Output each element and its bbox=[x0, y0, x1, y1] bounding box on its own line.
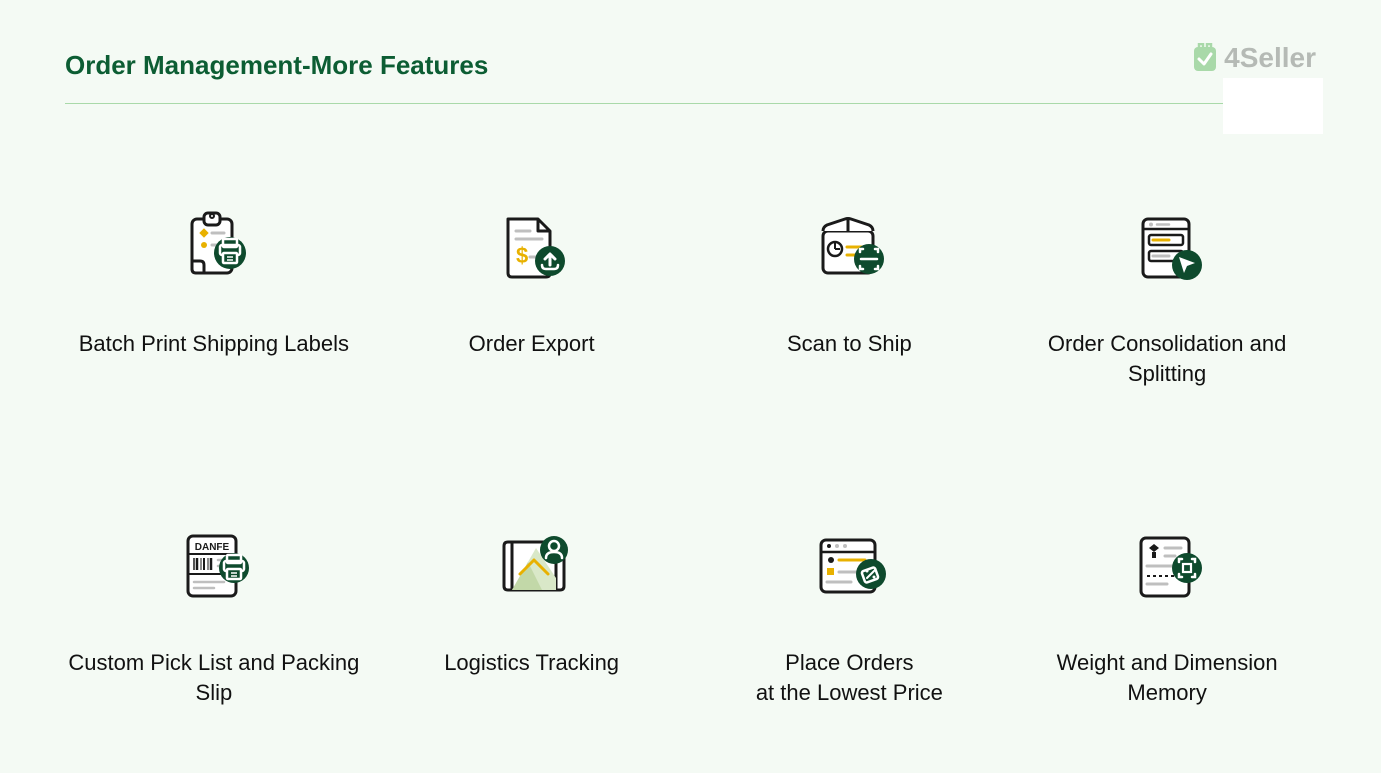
page-title: Order Management-More Features bbox=[65, 50, 1316, 81]
feature-label: Weight and Dimension Memory bbox=[1018, 648, 1316, 707]
feature-label: Batch Print Shipping Labels bbox=[79, 329, 349, 359]
svg-text:$: $ bbox=[516, 243, 528, 268]
feature-label: Logistics Tracking bbox=[444, 648, 619, 678]
feature-consolidation-splitting: Order Consolidation and Splitting bbox=[1018, 209, 1316, 388]
brand-name: 4Seller bbox=[1224, 42, 1316, 74]
feature-logistics-tracking: Logistics Tracking bbox=[383, 528, 681, 707]
brand-logo: 4Seller bbox=[1192, 42, 1316, 74]
feature-weight-dimension: Weight and Dimension Memory bbox=[1018, 528, 1316, 707]
list-cursor-icon bbox=[1127, 209, 1207, 289]
map-tracking-icon bbox=[492, 528, 572, 608]
logo-background-block bbox=[1223, 78, 1323, 134]
feature-custom-pick-list: DANFE bbox=[65, 528, 363, 707]
feature-scan-to-ship: Scan to Ship bbox=[701, 209, 999, 388]
clipboard-print-icon bbox=[174, 209, 254, 289]
feature-label: Place Orders at the Lowest Price bbox=[756, 648, 943, 707]
header: Order Management-More Features 4Seller bbox=[65, 50, 1316, 81]
feature-batch-print: Batch Print Shipping Labels bbox=[65, 209, 363, 388]
feature-label: Order Consolidation and Splitting bbox=[1018, 329, 1316, 388]
browser-discount-icon bbox=[809, 528, 889, 608]
feature-lowest-price: Place Orders at the Lowest Price bbox=[701, 528, 999, 707]
danfe-print-icon: DANFE bbox=[174, 528, 254, 608]
feature-label: Custom Pick List and Packing Slip bbox=[65, 648, 363, 707]
header-divider bbox=[65, 103, 1316, 104]
document-measure-icon bbox=[1127, 528, 1207, 608]
document-export-icon: $ bbox=[492, 209, 572, 289]
features-grid: Batch Print Shipping Labels $ Order Expo… bbox=[65, 209, 1316, 708]
svg-text:DANFE: DANFE bbox=[195, 542, 230, 553]
box-scan-icon bbox=[809, 209, 889, 289]
feature-order-export: $ Order Export bbox=[383, 209, 681, 388]
feature-label: Scan to Ship bbox=[787, 329, 912, 359]
brand-bag-icon bbox=[1192, 43, 1218, 73]
feature-label: Order Export bbox=[469, 329, 595, 359]
